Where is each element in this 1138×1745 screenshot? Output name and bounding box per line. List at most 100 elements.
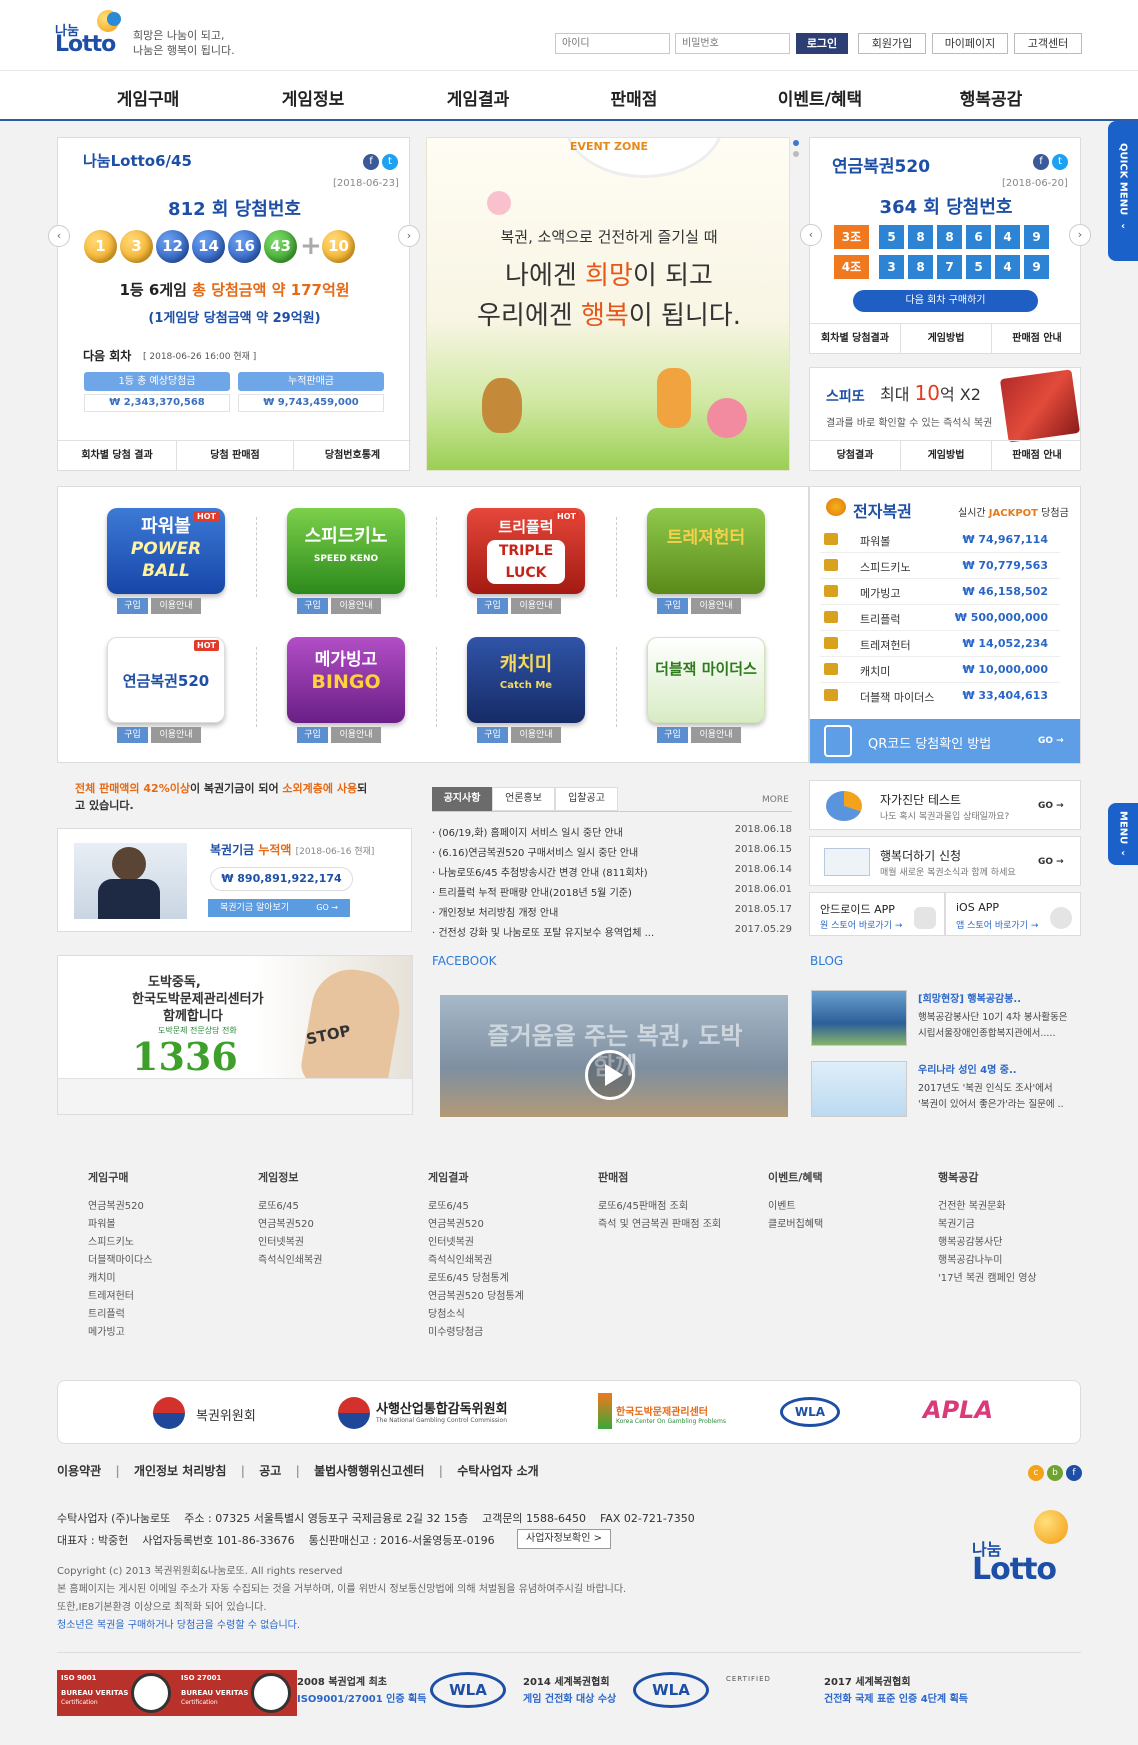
menu-tab[interactable]: MENU ‹ <box>1108 803 1138 865</box>
event-banner[interactable]: EVENT ZONE 복권, 소액으로 건전하게 즐기실 때 나에겐 희망이 되… <box>426 137 790 471</box>
sitemap-link[interactable]: 즉석식인쇄복권 <box>428 1252 578 1270</box>
sitemap-link[interactable]: 트리플럭 <box>88 1306 238 1324</box>
tab-winning-stores[interactable]: 당첨 판매점 <box>176 440 293 470</box>
info-button[interactable]: 이용안내 <box>511 598 561 614</box>
event-dot[interactable] <box>793 151 799 157</box>
sitemap-link[interactable]: 인터넷복권 <box>428 1234 578 1252</box>
sitemap-link[interactable]: 이벤트 <box>768 1198 918 1216</box>
link-trustee[interactable]: 수탁사업자 소개 <box>457 1464 538 1478</box>
login-button[interactable]: 로그인 <box>796 33 848 54</box>
sitemap-link[interactable]: 즉석식인쇄복권 <box>258 1252 408 1270</box>
info-button[interactable]: 이용안내 <box>331 727 381 743</box>
ios-app-link[interactable]: iOS APP 앱 스토어 바로가기 → <box>945 892 1081 936</box>
play-icon[interactable] <box>585 1050 635 1100</box>
tab-pension-howto[interactable]: 게임방법 <box>900 323 991 353</box>
buy-button[interactable]: 구입 <box>117 727 148 743</box>
tab-pension-results[interactable]: 회차별 당첨결과 <box>810 323 900 353</box>
game-catchme[interactable]: 캐치미 Catch Me <box>467 637 585 723</box>
link-terms[interactable]: 이용약관 <box>57 1464 101 1478</box>
notice-row[interactable]: · 개인정보 처리방침 개정 안내 2018.05.17 <box>432 904 792 924</box>
partner-ngcc[interactable]: 사행산업통합감독위원회 <box>376 1398 508 1417</box>
mypage-button[interactable]: 마이페이지 <box>932 33 1008 54</box>
facebook-icon[interactable]: f <box>363 154 379 170</box>
nav-game-result[interactable]: 게임결과 <box>418 85 538 110</box>
buy-button[interactable]: 구입 <box>477 598 508 614</box>
nav-happy[interactable]: 행복공감 <box>931 85 1051 110</box>
nanum-lotto-logo[interactable]: 나눔 Lotto <box>55 10 127 60</box>
blog-item-title[interactable]: [희망현장] 행복공감봉.. <box>918 990 1021 1005</box>
sitemap-link[interactable]: 트레져헌터 <box>88 1288 238 1306</box>
tab-pension-stores[interactable]: 판매점 안내 <box>991 323 1082 353</box>
fund-more-button[interactable]: 복권기금 알아보기 GO → <box>208 899 350 917</box>
password-input[interactable] <box>675 33 790 54</box>
sitemap-link[interactable]: 행복공감나누미 <box>938 1252 1098 1270</box>
id-input[interactable] <box>555 33 670 54</box>
sitemap-link[interactable]: 클로버칩혜택 <box>768 1216 918 1234</box>
quick-menu-tab[interactable]: QUICK MENU ‹ <box>1108 121 1138 261</box>
gambling-help-banner[interactable]: 도박중독, 한국도박문제관리센터가 함께합니다 도박문제 전문상담 전화 133… <box>57 955 413 1115</box>
facebook-video[interactable]: 즐거움을 주는 복권, 도박 함께 <box>440 995 788 1117</box>
sitemap-link[interactable]: 연금복권520 <box>258 1216 408 1234</box>
sitemap-link[interactable]: 메가빙고 <box>88 1324 238 1342</box>
tab-speeto-results[interactable]: 당첨결과 <box>810 440 900 470</box>
cafe-icon[interactable]: c <box>1028 1465 1044 1481</box>
tab-bid[interactable]: 입찰공고 <box>555 787 618 811</box>
support-button[interactable]: 고객센터 <box>1014 33 1082 54</box>
prev-arrow-icon[interactable]: ‹ <box>48 225 70 247</box>
blog-item-title[interactable]: 우리나라 성인 4명 중.. <box>918 1061 1017 1076</box>
sitemap-link[interactable]: 연금복권520 <box>428 1216 578 1234</box>
next-arrow-icon[interactable]: › <box>398 225 420 247</box>
sitemap-link[interactable]: 즉석 및 연금복권 판매점 조회 <box>598 1216 748 1234</box>
sitemap-link[interactable]: 로또6/45 <box>428 1198 578 1216</box>
facebook-icon[interactable]: f <box>1066 1465 1082 1481</box>
game-treasurehunter[interactable]: 트레져헌터 <box>647 508 765 594</box>
buy-next-round-button[interactable]: 다음 회차 구매하기 <box>853 290 1038 312</box>
partner-wla[interactable]: WLA <box>780 1397 840 1427</box>
nav-event[interactable]: 이벤트/혜택 <box>760 85 880 110</box>
buy-button[interactable]: 구입 <box>297 598 328 614</box>
sitemap-link[interactable]: 캐치미 <box>88 1270 238 1288</box>
sitemap-link[interactable]: 연금복권520 <box>88 1198 238 1216</box>
link-report-center[interactable]: 불법사행행위신고센터 <box>314 1464 424 1478</box>
newsletter-link[interactable]: 행복더하기 신청 매월 새로운 복권소식과 함께 하세요 GO → <box>809 836 1081 886</box>
notice-row[interactable]: · 트리플럭 누적 판매량 안내(2018년 5월 기준) 2018.06.01 <box>432 884 792 904</box>
partner-kcgp[interactable]: 한국도박문제관리센터 <box>616 1403 708 1418</box>
buy-button[interactable]: 구입 <box>657 598 688 614</box>
sitemap-link[interactable]: 건전한 복권문화 <box>938 1198 1098 1216</box>
tab-round-results[interactable]: 회차별 당첨 결과 <box>58 440 176 470</box>
prev-arrow-icon[interactable]: ‹ <box>800 224 822 246</box>
facebook-icon[interactable]: f <box>1033 154 1049 170</box>
jackpot-row-treasurehunter[interactable]: 트레져헌터 ₩ 14,052,234 <box>820 631 1060 657</box>
blog-thumb-2[interactable] <box>811 1061 907 1117</box>
sitemap-link[interactable]: 로또6/45 당첨통계 <box>428 1270 578 1288</box>
partner-lottery-commission[interactable]: 복권위원회 <box>196 1405 256 1424</box>
game-doublejack[interactable]: 더블잭 마이더스 <box>647 637 765 723</box>
info-button[interactable]: 이용안내 <box>151 727 201 743</box>
sitemap-link[interactable]: 연금복권520 당첨통계 <box>428 1288 578 1306</box>
jackpot-row-powerball[interactable]: 파워볼 ₩ 74,967,114 <box>820 527 1060 553</box>
tab-notice[interactable]: 공지사항 <box>432 787 492 811</box>
sitemap-link[interactable]: 당첨소식 <box>428 1306 578 1324</box>
nav-game-info[interactable]: 게임정보 <box>253 85 373 110</box>
nav-store[interactable]: 판매점 <box>574 85 694 110</box>
game-speedkeno[interactable]: 스피드키노 SPEED KENO <box>287 508 405 594</box>
sitemap-link[interactable]: 행복공감봉사단 <box>938 1234 1098 1252</box>
jackpot-row-tripleluck[interactable]: 트리플럭 ₩ 500,000,000 <box>820 605 1060 631</box>
nav-game-buy[interactable]: 게임구매 <box>88 85 208 110</box>
next-arrow-icon[interactable]: › <box>1069 224 1091 246</box>
sitemap-link[interactable]: 복권기금 <box>938 1216 1098 1234</box>
buy-button[interactable]: 구입 <box>657 727 688 743</box>
sitemap-link[interactable]: '17년 복권 캠페인 영상 <box>938 1270 1098 1288</box>
link-announce[interactable]: 공고 <box>259 1464 281 1478</box>
game-megabingo[interactable]: 메가빙고 BINGO <box>287 637 405 723</box>
sitemap-link[interactable]: 파워볼 <box>88 1216 238 1234</box>
buy-button[interactable]: 구입 <box>117 598 148 614</box>
twitter-icon[interactable]: t <box>382 154 398 170</box>
info-button[interactable]: 이용안내 <box>331 598 381 614</box>
business-info-button[interactable]: 사업자정보확인 > <box>517 1529 611 1549</box>
sitemap-link[interactable]: 스피드키노 <box>88 1234 238 1252</box>
twitter-icon[interactable]: t <box>1052 154 1068 170</box>
sitemap-link[interactable]: 로또6/45 <box>258 1198 408 1216</box>
tab-speeto-howto[interactable]: 게임방법 <box>900 440 991 470</box>
partner-apla[interactable]: APLA <box>923 1396 993 1424</box>
